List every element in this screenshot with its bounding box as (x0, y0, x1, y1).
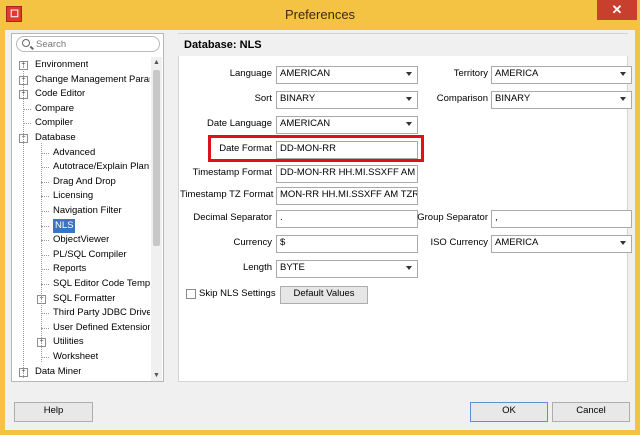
chevron-down-icon (620, 97, 626, 101)
tree-item[interactable]: Navigation Filter (53, 204, 122, 218)
tree-item[interactable]: Advanced (53, 146, 95, 160)
chevron-down-icon (620, 72, 626, 76)
tree-connector (41, 254, 49, 256)
tree-connector (41, 313, 49, 315)
tree-connector (41, 225, 49, 227)
tree-connector (41, 357, 49, 358)
tree-item[interactable]: User Defined Extension (53, 321, 150, 335)
tree-connector (41, 211, 49, 212)
iso-currency-dropdown[interactable]: AMERICA (491, 235, 632, 253)
decimal-separator-field[interactable]: . (276, 210, 418, 228)
highlight-box (208, 135, 424, 162)
group-separator-field[interactable]: , (491, 210, 632, 228)
scroll-thumb[interactable] (153, 70, 160, 246)
territory-label: Territory (453, 68, 488, 79)
search-input[interactable] (36, 37, 146, 51)
territory-dropdown[interactable]: AMERICA (491, 66, 632, 84)
comparison-label: Comparison (436, 93, 488, 104)
sort-label: Sort (254, 93, 272, 104)
territory-value: AMERICA (495, 68, 539, 79)
tree-item[interactable]: NLS (53, 218, 76, 233)
tree-item[interactable]: Reports (53, 262, 86, 276)
timestamp-format-label: Timestamp Format (192, 167, 272, 178)
date-language-label: Date Language (207, 118, 272, 129)
tree-item[interactable]: Utilities (53, 335, 84, 349)
chevron-down-icon (406, 122, 412, 126)
tree-item[interactable]: SQL Formatter (53, 292, 115, 306)
date-language-value: AMERICAN (280, 118, 331, 129)
chevron-down-icon (620, 241, 626, 245)
length-dropdown[interactable]: BYTE (276, 260, 418, 278)
tree-item[interactable]: Autotrace/Explain Plan (53, 160, 149, 174)
tree-connector (23, 66, 24, 378)
language-value: AMERICAN (280, 68, 331, 79)
chevron-down-icon (406, 72, 412, 76)
tree-item[interactable]: Change Management Parar (35, 73, 150, 87)
scroll-down-icon[interactable]: ▼ (151, 370, 162, 381)
language-dropdown[interactable]: AMERICAN (276, 66, 418, 84)
help-button[interactable]: Help (14, 402, 93, 422)
tree-item[interactable]: Drag And Drop (53, 175, 116, 189)
chevron-down-icon (406, 266, 412, 270)
ok-button[interactable]: OK (470, 402, 548, 422)
language-label: Language (229, 68, 272, 79)
sort-dropdown[interactable]: BINARY (276, 91, 418, 109)
tree-item[interactable]: Worksheet (53, 350, 98, 364)
scroll-up-icon[interactable]: ▲ (151, 57, 162, 68)
length-value: BYTE (280, 262, 305, 273)
skip-nls-label: Skip NLS Settings (199, 288, 276, 299)
tree-connector (41, 196, 49, 198)
tree-connector (23, 123, 31, 125)
tree-connector (41, 181, 49, 183)
tree-connector (41, 152, 49, 154)
tree-connector (41, 143, 42, 362)
length-label: Length (242, 262, 272, 273)
timestamp-tz-format-label: Timestamp TZ Format (180, 189, 274, 200)
cancel-button[interactable]: Cancel (552, 402, 630, 422)
tree-item[interactable]: SQL Editor Code Templa (53, 277, 150, 291)
default-values-button[interactable]: Default Values (280, 286, 368, 304)
tree-item[interactable]: Code Editor (35, 87, 85, 101)
tree-item[interactable]: Compare (35, 102, 74, 116)
tree-connector (41, 269, 49, 271)
currency-label: Currency (233, 237, 272, 248)
sort-value: BINARY (280, 93, 316, 104)
timestamp-tz-format-field[interactable]: MON-RR HH.MI.SSXFF AM TZR (276, 187, 418, 205)
tree-connector (41, 284, 49, 285)
tree-item[interactable]: PL/SQL Compiler (53, 248, 127, 262)
tree-item[interactable]: Third Party JDBC Driver (53, 306, 150, 320)
tree-item[interactable]: Licensing (53, 189, 93, 203)
tree-connector (23, 108, 31, 110)
tree-item[interactable]: ObjectViewer (53, 233, 109, 247)
tree-connector (41, 167, 49, 169)
tree-item[interactable]: Data Miner (35, 365, 81, 379)
page-title: Database: NLS (178, 34, 628, 56)
close-button[interactable]: ✕ (597, 0, 637, 20)
search-icon (22, 39, 30, 47)
tree-connector (41, 240, 49, 242)
currency-field[interactable]: $ (276, 235, 418, 253)
timestamp-format-field[interactable]: DD-MON-RR HH.MI.SSXFF AM (276, 165, 418, 183)
group-separator-label: Group Separator (417, 212, 488, 223)
tree-item[interactable]: Compiler (35, 116, 73, 130)
comparison-dropdown[interactable]: BINARY (491, 91, 632, 109)
decimal-separator-label: Decimal Separator (193, 212, 272, 223)
tree-item[interactable]: Environment (35, 58, 88, 72)
skip-nls-checkbox[interactable] (186, 289, 196, 299)
chevron-down-icon (406, 97, 412, 101)
iso-currency-label: ISO Currency (430, 237, 488, 248)
settings-panel (178, 33, 628, 382)
window-title: Preferences (284, 7, 356, 22)
iso-currency-value: AMERICA (495, 237, 539, 248)
tree-connector (41, 327, 49, 329)
date-language-dropdown[interactable]: AMERICAN (276, 116, 418, 134)
comparison-value: BINARY (495, 93, 531, 104)
